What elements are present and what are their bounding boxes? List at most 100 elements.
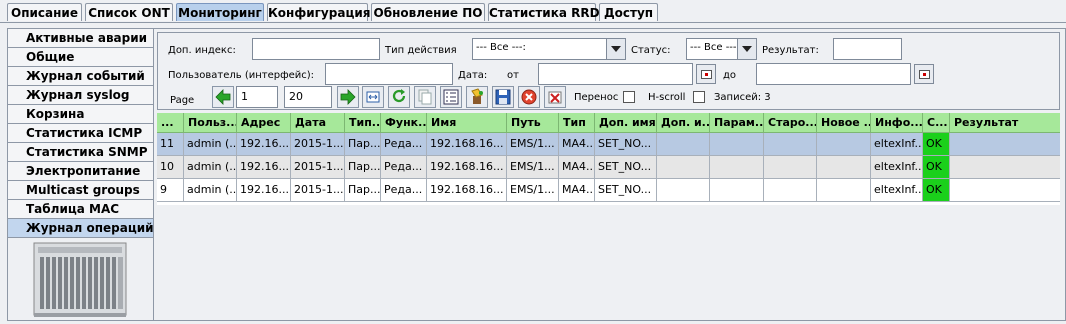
table-cell: SET_NO... xyxy=(595,156,657,178)
table-header: ... Польз... Адрес Дата Тип... Функ... И… xyxy=(157,113,1060,133)
status-select[interactable]: --- Все --- xyxy=(686,38,757,60)
calendar-icon[interactable] xyxy=(914,64,934,84)
back-arrow-icon[interactable] xyxy=(212,86,234,108)
clear-filter-icon[interactable] xyxy=(544,86,566,108)
sidebar-item-trash[interactable]: Корзина xyxy=(8,105,153,124)
table-cell: eltexInf... xyxy=(871,156,923,178)
sidebar-item-syslog[interactable]: Журнал syslog xyxy=(8,86,153,105)
column-header[interactable]: Доп. имя xyxy=(595,113,657,133)
column-header[interactable]: Дата xyxy=(291,113,345,133)
table-cell: Пар... xyxy=(345,156,381,178)
hscroll-label: H-scroll xyxy=(648,92,686,103)
column-header[interactable]: Адрес xyxy=(237,113,291,133)
top-tab-bar: Описание Список ONT Мониторинг Конфигура… xyxy=(0,0,1066,24)
table-cell xyxy=(764,179,817,201)
tab-description[interactable]: Описание xyxy=(7,3,82,21)
page-number-field[interactable]: 1 xyxy=(236,86,278,108)
hscroll-checkbox[interactable] xyxy=(693,91,705,103)
column-header[interactable]: Новое ... xyxy=(817,113,871,133)
date-to-field[interactable] xyxy=(756,63,911,85)
fit-columns-icon[interactable] xyxy=(362,86,384,108)
sidebar-item-power[interactable]: Электропитание xyxy=(8,162,153,181)
monitoring-sidebar: Активные аварии Общие Журнал событий Жур… xyxy=(7,28,154,321)
operations-table: ... Польз... Адрес Дата Тип... Функ... И… xyxy=(157,113,1060,205)
table-cell: Реда... xyxy=(381,156,427,178)
device-chassis-image xyxy=(26,239,138,321)
table-cell: MA4... xyxy=(559,133,595,155)
date-from-field[interactable] xyxy=(538,63,693,85)
columns-list-icon[interactable] xyxy=(440,86,462,108)
copy-icon[interactable] xyxy=(414,86,436,108)
extra-index-field[interactable] xyxy=(252,38,380,60)
column-header[interactable]: Доп. и... xyxy=(657,113,710,133)
status-value: --- Все --- xyxy=(690,42,737,53)
sidebar-item-icmp-statistics[interactable]: Статистика ICMP xyxy=(8,124,153,143)
tab-ont-list[interactable]: Список ONT xyxy=(85,3,173,21)
chevron-down-icon[interactable] xyxy=(606,39,625,59)
forward-arrow-icon[interactable] xyxy=(337,86,359,108)
sidebar-item-snmp-statistics[interactable]: Статистика SNMP xyxy=(8,143,153,162)
table-cell: SET_NO... xyxy=(595,179,657,201)
table-cell: Реда... xyxy=(381,179,427,201)
column-header[interactable]: Старо... xyxy=(764,113,817,133)
sidebar-item-mac-table[interactable]: Таблица MAC xyxy=(8,200,153,219)
tab-monitoring[interactable]: Мониторинг xyxy=(176,3,264,21)
save-icon[interactable] xyxy=(492,86,514,108)
table-row[interactable]: 9 admin (... 192.16... 2015-1... Пар... … xyxy=(157,179,1060,202)
refresh-icon[interactable] xyxy=(388,86,410,108)
table-cell: 192.168.16... xyxy=(427,133,507,155)
column-header[interactable]: Польз... xyxy=(184,113,237,133)
table-cell: Пар... xyxy=(345,133,381,155)
column-header[interactable]: Путь xyxy=(507,113,559,133)
table-cell xyxy=(657,133,710,155)
table-cell xyxy=(764,156,817,178)
column-header[interactable]: С... xyxy=(923,113,950,133)
table-cell: 2015-1... xyxy=(291,133,345,155)
table-cell xyxy=(817,179,871,201)
table-cell: eltexInf... xyxy=(871,133,923,155)
column-header[interactable]: Имя xyxy=(427,113,507,133)
sidebar-item-event-log[interactable]: Журнал событий xyxy=(8,67,153,86)
chevron-down-icon[interactable] xyxy=(737,39,756,59)
result-field[interactable] xyxy=(833,38,902,60)
table-row[interactable]: 10 admin (... 192.16... 2015-1... Пар...… xyxy=(157,156,1060,179)
column-header[interactable]: Функ... xyxy=(381,113,427,133)
table-cell xyxy=(950,179,1060,201)
table-cell: 11 xyxy=(157,133,184,155)
table-row[interactable]: 11 admin (... 192.16... 2015-1... Пар...… xyxy=(157,133,1060,156)
table-cell xyxy=(950,156,1060,178)
table-cell: 10 xyxy=(157,156,184,178)
paint-icon[interactable] xyxy=(466,86,488,108)
table-cell: eltexInf... xyxy=(871,179,923,201)
tab-rrd-statistics[interactable]: Статистика RRD xyxy=(488,3,600,21)
date-to-label: до xyxy=(723,70,737,81)
tab-configuration[interactable]: Конфигурация xyxy=(267,3,370,21)
extra-index-label: Доп. индекс: xyxy=(168,45,236,56)
column-header[interactable]: Результат xyxy=(950,113,1060,133)
sidebar-item-active-alarms[interactable]: Активные аварии xyxy=(8,29,153,48)
action-type-select[interactable]: --- Все ---: xyxy=(472,38,626,60)
column-header[interactable]: Тип... xyxy=(345,113,381,133)
sidebar-item-multicast-groups[interactable]: Multicast groups xyxy=(8,181,153,200)
column-header[interactable]: Инфо... xyxy=(871,113,923,133)
wrap-label: Перенос xyxy=(574,92,619,103)
wrap-checkbox[interactable] xyxy=(623,91,635,103)
tab-firmware-update[interactable]: Обновление ПО xyxy=(371,3,485,21)
column-header[interactable]: ... xyxy=(157,113,184,133)
user-field[interactable] xyxy=(325,63,453,85)
sidebar-item-general[interactable]: Общие xyxy=(8,48,153,67)
table-cell: Реда... xyxy=(381,133,427,155)
table-cell: SET_NO... xyxy=(595,133,657,155)
table-cell: 9 xyxy=(157,179,184,201)
sidebar-item-operations-log[interactable]: Журнал операций xyxy=(8,219,154,238)
tab-access[interactable]: Доступ xyxy=(599,3,658,21)
table-cell: 192.16... xyxy=(237,156,291,178)
date-from-label: от xyxy=(507,70,519,81)
page-size-field[interactable]: 20 xyxy=(284,86,332,108)
column-header[interactable]: Парам... xyxy=(710,113,764,133)
calendar-icon[interactable] xyxy=(696,64,716,84)
table-cell: EMS/1... xyxy=(507,179,559,201)
table-cell: 192.168.16... xyxy=(427,179,507,201)
stop-icon[interactable] xyxy=(518,86,540,108)
column-header[interactable]: Тип xyxy=(559,113,595,133)
